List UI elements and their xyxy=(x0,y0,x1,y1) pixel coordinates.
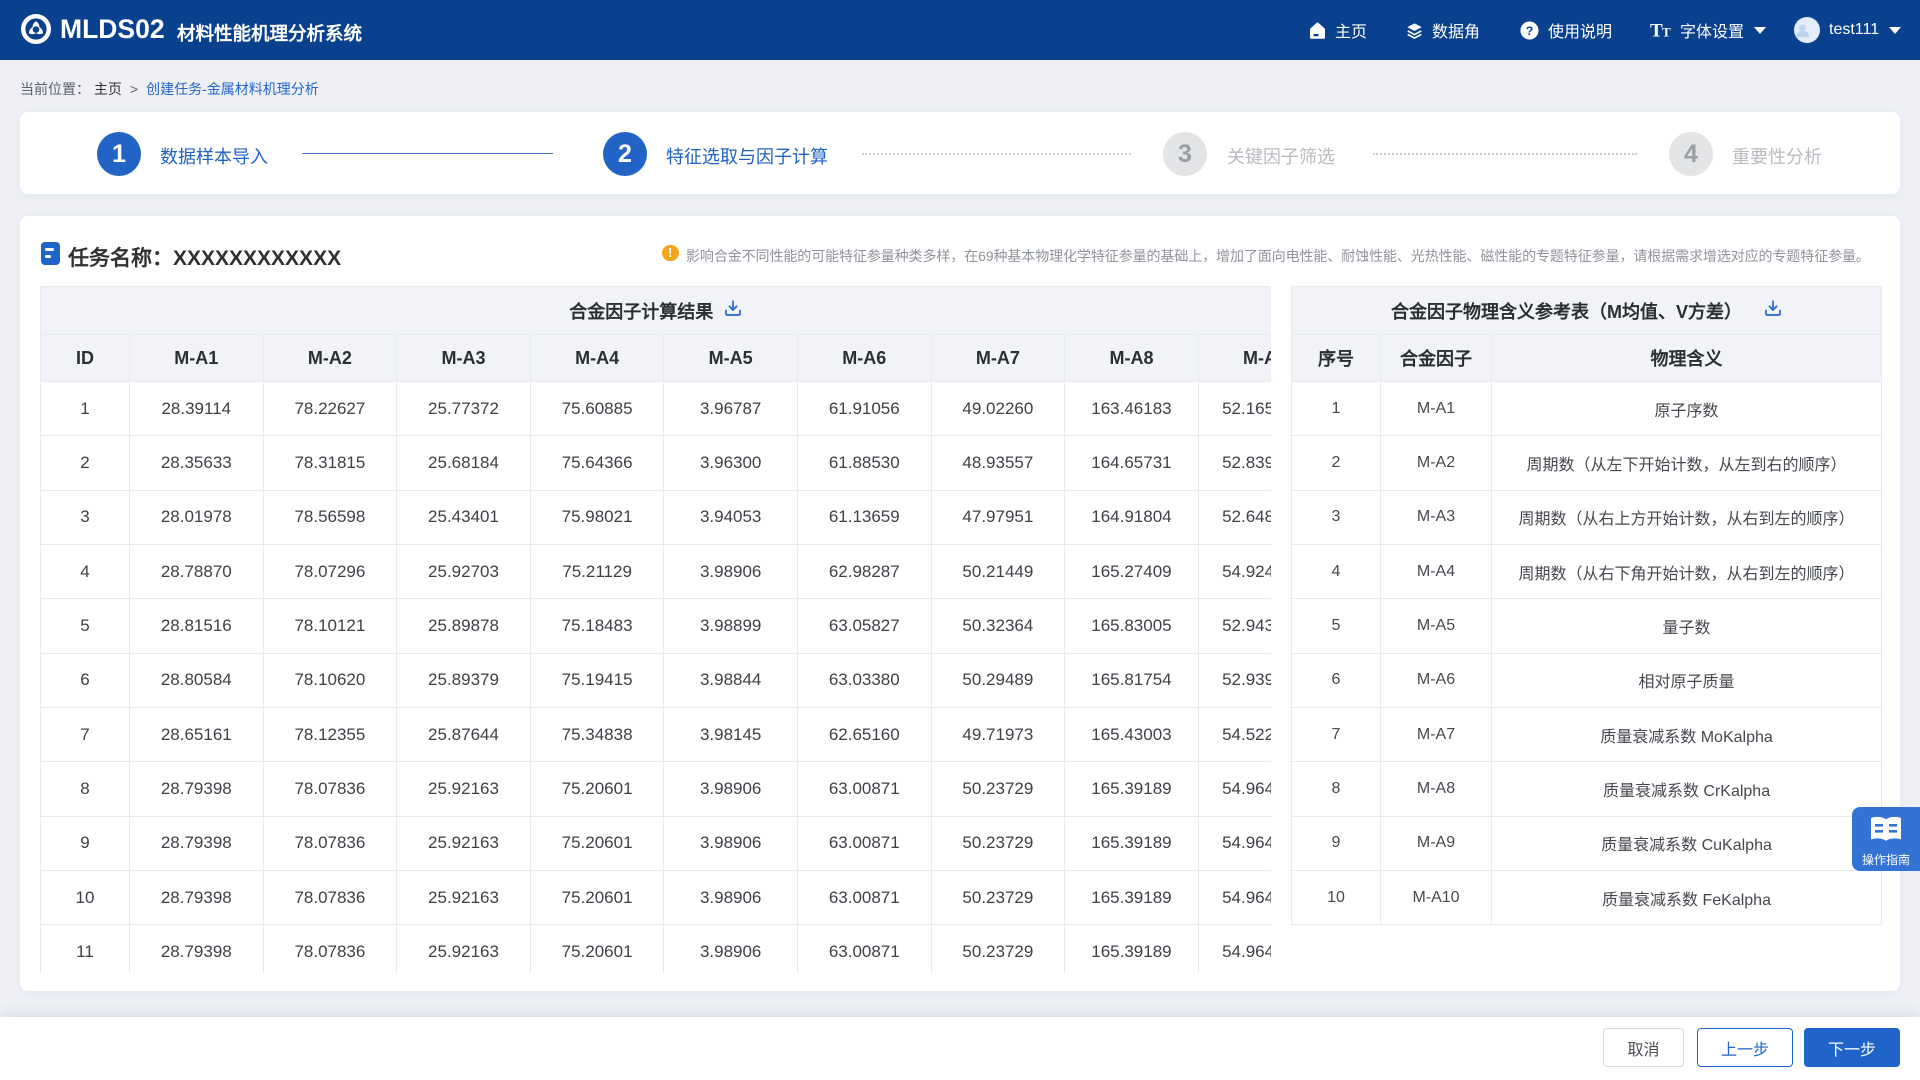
svg-text:T: T xyxy=(1662,24,1671,39)
svg-text:?: ? xyxy=(1526,23,1534,37)
